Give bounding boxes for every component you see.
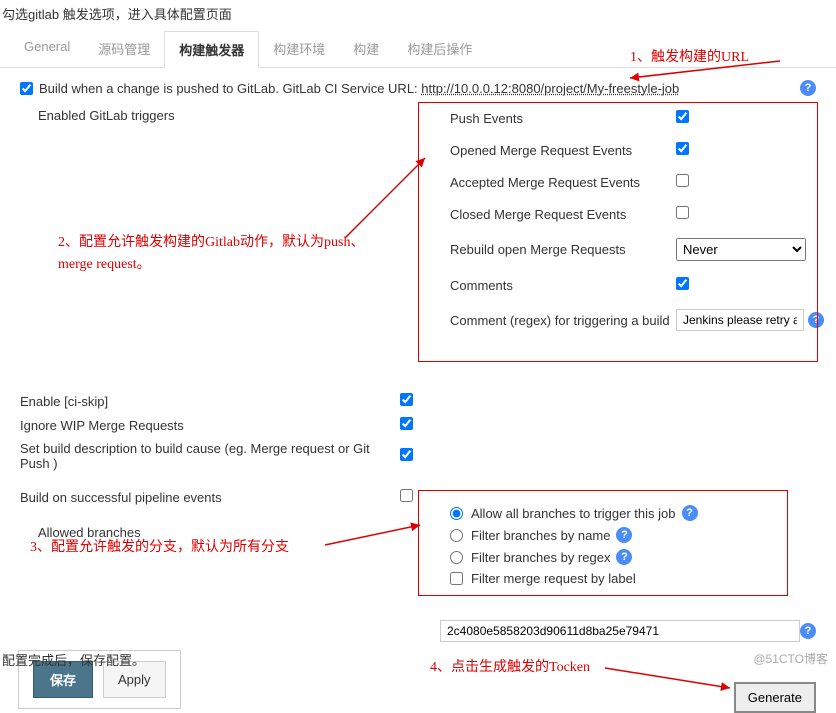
build-trigger-checkbox[interactable] (20, 82, 33, 95)
trigger-rebuild-mr: Rebuild open Merge Requests Never (440, 230, 836, 269)
generate-button[interactable]: Generate (734, 682, 816, 713)
help-icon[interactable]: ? (616, 527, 632, 543)
comment-regex-input[interactable] (676, 309, 804, 331)
annotation-3: 3、配置允许触发的分支，默认为所有分支 (30, 536, 289, 556)
help-icon[interactable]: ? (616, 549, 632, 565)
arrow-4 (600, 658, 740, 698)
help-icon[interactable]: ? (682, 505, 698, 521)
option-ignore-wip: Ignore WIP Merge Requests (20, 413, 816, 437)
push-events-checkbox[interactable] (676, 110, 689, 123)
ci-service-url: http://10.0.0.12:8080/project/My-freesty… (421, 81, 679, 96)
trigger-accepted-mr: Accepted Merge Request Events (440, 166, 836, 198)
tab-general[interactable]: General (10, 31, 84, 67)
option-ci-skip: Enable [ci-skip] (20, 389, 816, 413)
tab-scm[interactable]: 源码管理 (84, 31, 164, 67)
comments-checkbox[interactable] (676, 277, 689, 290)
option-set-description: Set build description to build cause (eg… (20, 437, 816, 475)
trigger-comment-regex: Comment (regex) for triggering a build ? (440, 301, 836, 339)
trigger-opened-mr: Opened Merge Request Events (440, 134, 836, 166)
help-icon[interactable]: ? (800, 623, 816, 639)
annotation-4: 4、点击生成触发的Tocken (430, 656, 590, 676)
help-icon[interactable]: ? (808, 312, 824, 328)
tab-post-build[interactable]: 构建后操作 (393, 31, 486, 67)
rebuild-mr-select[interactable]: Never (676, 238, 806, 261)
filter-name-radio[interactable] (450, 529, 463, 542)
footer-instruction: 配置完成后，保存配置。 (2, 650, 145, 669)
secret-token-input[interactable] (440, 620, 800, 642)
build-trigger-label: Build when a change is pushed to GitLab.… (39, 81, 679, 96)
trigger-closed-mr: Closed Merge Request Events (440, 198, 836, 230)
branch-filter-label: Filter merge request by label (450, 568, 800, 589)
allow-all-radio[interactable] (450, 507, 463, 520)
accepted-mr-checkbox[interactable] (676, 174, 689, 187)
annotation-2: 2、配置允许触发构建的Gitlab动作，默认为push、merge reques… (58, 232, 388, 277)
branch-filter-regex: Filter branches by regex ? (450, 546, 800, 568)
tab-build-triggers[interactable]: 构建触发器 (164, 31, 259, 68)
closed-mr-checkbox[interactable] (676, 206, 689, 219)
watermark: @51CTO博客 (753, 650, 828, 667)
build-trigger-row: Build when a change is pushed to GitLab.… (20, 74, 816, 102)
branch-allow-all: Allow all branches to trigger this job ? (450, 502, 800, 524)
trigger-comments: Comments (440, 269, 836, 301)
trigger-push-events: Push Events (440, 102, 836, 134)
branch-filter-name: Filter branches by name ? (450, 524, 800, 546)
set-description-checkbox[interactable] (400, 448, 413, 461)
help-icon[interactable]: ? (800, 80, 816, 96)
opened-mr-checkbox[interactable] (676, 142, 689, 155)
page-instruction: 勾选gitlab 触发选项，进入具体配置页面 (0, 0, 836, 27)
ignore-wip-checkbox[interactable] (400, 417, 413, 430)
enabled-triggers-label: Enabled GitLab triggers (38, 108, 175, 123)
tab-build[interactable]: 构建 (339, 31, 393, 67)
filter-regex-radio[interactable] (450, 551, 463, 564)
tab-build-env[interactable]: 构建环境 (259, 31, 339, 67)
ci-skip-checkbox[interactable] (400, 393, 413, 406)
annotation-1: 1、触发构建的URL (630, 46, 749, 66)
filter-label-checkbox[interactable] (450, 572, 463, 585)
pipeline-events-checkbox[interactable] (400, 489, 413, 502)
